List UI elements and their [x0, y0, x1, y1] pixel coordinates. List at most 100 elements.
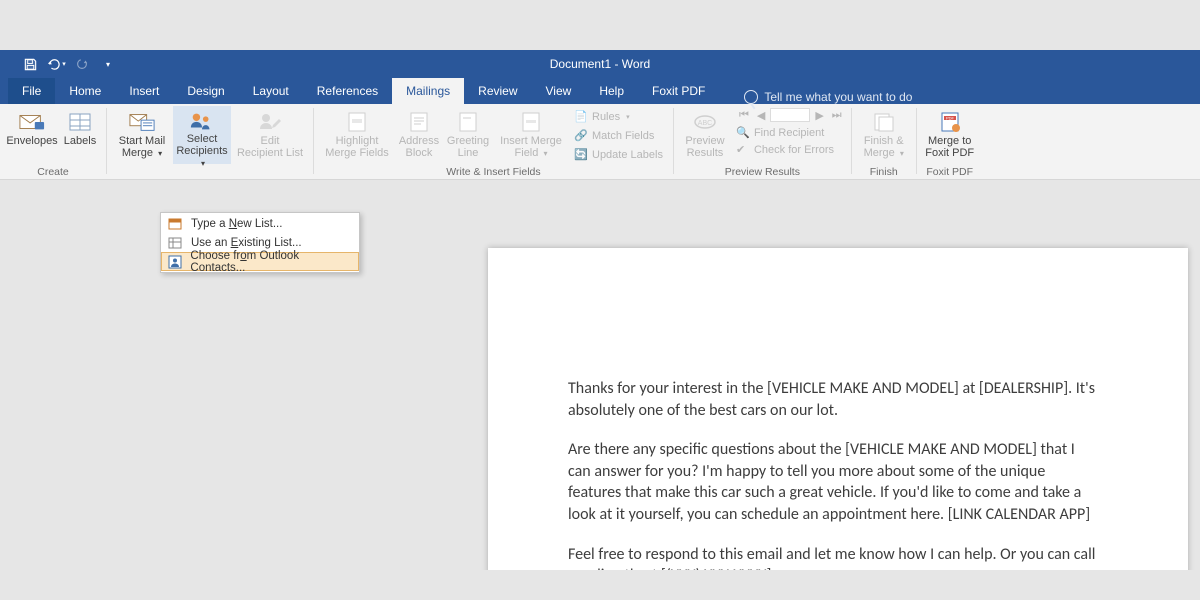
address-block-icon: [406, 110, 432, 134]
group-write-insert: HighlightMerge Fields AddressBlock Greet…: [314, 104, 673, 179]
finish-merge-icon: [871, 110, 897, 134]
menu-choose-outlook-contacts[interactable]: Choose from Outlook Contacts...: [161, 252, 359, 271]
group-finish-label: Finish: [870, 165, 898, 179]
tell-me-search[interactable]: Tell me what you want to do: [744, 90, 912, 104]
tab-home[interactable]: Home: [55, 78, 115, 104]
tab-references[interactable]: References: [303, 78, 392, 104]
record-number-field[interactable]: [770, 108, 810, 122]
address-block-label: AddressBlock: [399, 135, 439, 159]
envelope-icon: [19, 110, 45, 134]
envelopes-label: Envelopes: [6, 135, 57, 147]
finish-merge-label: Finish &Merge: [864, 135, 904, 160]
document-page[interactable]: Thanks for your interest in the [VEHICLE…: [488, 248, 1188, 570]
insert-merge-field-button[interactable]: Insert MergeField: [494, 106, 568, 164]
start-mail-merge-label: Start MailMerge: [119, 135, 165, 160]
edit-recipient-list-label: EditRecipient List: [237, 135, 303, 159]
highlight-merge-fields-button[interactable]: HighlightMerge Fields: [320, 106, 394, 164]
undo-icon[interactable]: ▾: [44, 52, 68, 76]
address-block-button[interactable]: AddressBlock: [396, 106, 442, 164]
group-create: Envelopes Labels Create: [0, 104, 106, 179]
customize-qat-icon[interactable]: ▾: [96, 52, 120, 76]
group-create-label: Create: [37, 165, 69, 179]
preview-icon: ABC: [692, 110, 718, 134]
save-icon[interactable]: [18, 52, 42, 76]
rules-button[interactable]: 📄Rules▾: [570, 108, 667, 125]
window-title: Document1 - Word: [120, 57, 1200, 71]
foxit-pdf-icon: PDF: [937, 110, 963, 134]
svg-text:PDF: PDF: [946, 116, 955, 121]
doc-paragraph-1[interactable]: Thanks for your interest in the [VEHICLE…: [568, 378, 1098, 421]
select-recipients-label: SelectRecipients: [173, 133, 231, 170]
edit-recipient-icon: [257, 110, 283, 134]
start-mail-merge-button[interactable]: Start MailMerge: [113, 106, 171, 164]
menu-use-existing-label: Use an Existing List...: [191, 237, 302, 249]
group-foxit-label: Foxit PDF: [926, 165, 973, 179]
insert-merge-field-label: Insert MergeField: [500, 135, 562, 160]
select-recipients-button[interactable]: SelectRecipients: [173, 106, 231, 164]
tab-layout[interactable]: Layout: [239, 78, 303, 104]
tab-review[interactable]: Review: [464, 78, 531, 104]
rules-icon: 📄: [574, 110, 588, 124]
find-icon: 🔍: [736, 126, 750, 140]
match-fields-button[interactable]: 🔗Match Fields: [570, 127, 667, 144]
recipients-icon: [189, 110, 215, 132]
highlight-icon: [344, 110, 370, 134]
group-write-label: Write & Insert Fields: [446, 165, 540, 179]
tab-insert[interactable]: Insert: [115, 78, 173, 104]
greeting-line-label: GreetingLine: [447, 135, 489, 159]
labels-button[interactable]: Labels: [60, 106, 100, 164]
group-foxit: PDF Merge toFoxit PDF Foxit PDF: [917, 104, 983, 179]
word-window: ▾ ▾ Document1 - Word File Home Insert De…: [0, 50, 1200, 570]
ribbon: Envelopes Labels Create Start Mai: [0, 104, 1200, 180]
use-existing-list-icon: [167, 235, 183, 251]
match-fields-icon: 🔗: [574, 129, 588, 143]
labels-icon: [67, 110, 93, 134]
ribbon-tabstrip: File Home Insert Design Layout Reference…: [0, 78, 1200, 104]
svg-text:ABC: ABC: [698, 120, 712, 127]
preview-results-label: PreviewResults: [685, 135, 724, 159]
doc-paragraph-3[interactable]: Feel free to respond to this email and l…: [568, 544, 1098, 570]
insert-merge-field-icon: [518, 110, 544, 134]
last-record-icon[interactable]: ⏭: [829, 109, 845, 122]
finish-merge-button[interactable]: Finish &Merge: [858, 106, 910, 164]
redo-icon[interactable]: [70, 52, 94, 76]
tab-mailings[interactable]: Mailings: [392, 78, 464, 104]
check-icon: ✔: [736, 143, 750, 157]
group-start-mail-merge: Start MailMerge SelectRecipients EditRec…: [107, 104, 313, 179]
select-recipients-menu: Type a New List... Use an Existing List.…: [160, 212, 360, 273]
update-labels-button[interactable]: 🔄Update Labels: [570, 146, 667, 163]
group-preview: ABC PreviewResults ⏮ ◀ ▶ ⏭ 🔍Find Recipie…: [674, 104, 851, 179]
update-labels-icon: 🔄: [574, 148, 588, 162]
outlook-contacts-icon: [167, 254, 182, 270]
prev-record-icon[interactable]: ◀: [754, 109, 768, 122]
group-preview-label: Preview Results: [725, 165, 800, 179]
menu-type-new-list[interactable]: Type a New List...: [161, 214, 359, 233]
check-errors-button[interactable]: ✔Check for Errors: [732, 141, 845, 158]
tab-foxit[interactable]: Foxit PDF: [638, 78, 719, 104]
tab-help[interactable]: Help: [585, 78, 638, 104]
find-recipient-button[interactable]: 🔍Find Recipient: [732, 124, 845, 141]
envelopes-button[interactable]: Envelopes: [6, 106, 58, 164]
tab-file[interactable]: File: [8, 78, 55, 104]
highlight-label: HighlightMerge Fields: [325, 135, 389, 159]
first-record-icon[interactable]: ⏮: [736, 109, 752, 122]
preview-results-button[interactable]: ABC PreviewResults: [680, 106, 730, 164]
menu-type-new-label: Type a New List...: [191, 218, 282, 230]
edit-recipient-list-button[interactable]: EditRecipient List: [233, 106, 307, 164]
tab-view[interactable]: View: [532, 78, 586, 104]
group-finish: Finish &Merge Finish: [852, 104, 916, 179]
mail-merge-icon: [129, 110, 155, 134]
greeting-line-button[interactable]: GreetingLine: [444, 106, 492, 164]
type-new-list-icon: [167, 216, 183, 232]
next-record-icon[interactable]: ▶: [812, 109, 826, 122]
tab-design[interactable]: Design: [173, 78, 238, 104]
title-bar: ▾ ▾ Document1 - Word: [0, 50, 1200, 78]
merge-to-foxit-label: Merge toFoxit PDF: [925, 135, 974, 159]
merge-to-foxit-button[interactable]: PDF Merge toFoxit PDF: [923, 106, 977, 164]
tell-me-placeholder: Tell me what you want to do: [764, 90, 912, 104]
lightbulb-icon: [744, 90, 758, 104]
labels-label: Labels: [64, 135, 96, 147]
doc-paragraph-2[interactable]: Are there any specific questions about t…: [568, 439, 1098, 525]
greeting-line-icon: [455, 110, 481, 134]
write-small-buttons: 📄Rules▾ 🔗Match Fields 🔄Update Labels: [570, 106, 667, 163]
